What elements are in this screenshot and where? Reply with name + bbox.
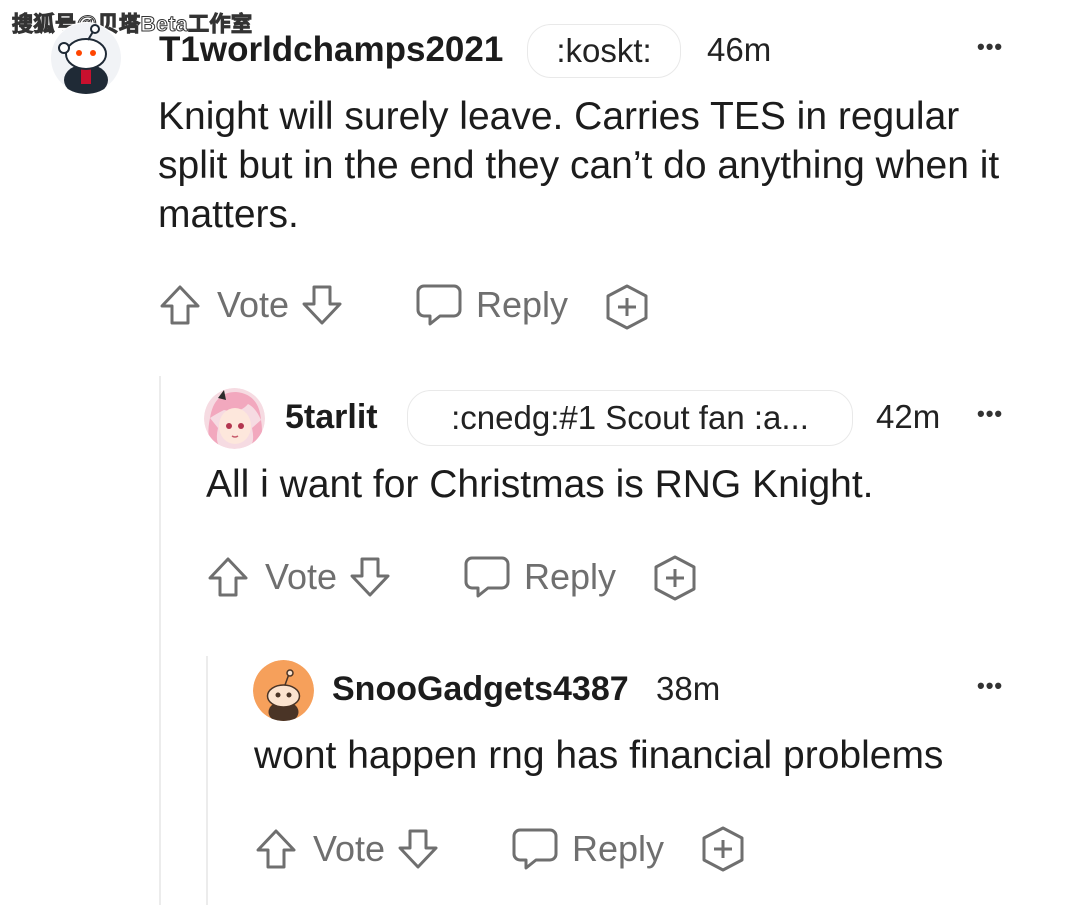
reply-label: Reply: [476, 284, 569, 325]
upvote-icon[interactable]: [157, 282, 203, 328]
avatar-t1worldchamps2021[interactable]: [50, 22, 122, 94]
comment-timestamp: 42m: [876, 398, 941, 435]
reply-label: Reply: [572, 828, 665, 869]
comment-body: wont happen rng has financial problems: [254, 734, 944, 777]
downvote-icon[interactable]: [299, 282, 345, 328]
reply-button[interactable]: Reply: [414, 282, 568, 328]
avatar-snoogadgets4387[interactable]: [253, 660, 314, 721]
user-flair: :koskt:: [527, 24, 681, 78]
comment-timestamp: 38m: [656, 670, 721, 707]
comment-timestamp: 46m: [707, 31, 772, 68]
vote-label: Vote: [265, 556, 338, 597]
reply-icon: [512, 828, 558, 870]
award-icon: [654, 555, 696, 601]
vote-control: Vote: [157, 282, 345, 328]
downvote-icon[interactable]: [395, 826, 441, 872]
upvote-icon[interactable]: [205, 554, 251, 600]
vote-control: Vote: [205, 554, 393, 600]
upvote-icon[interactable]: [253, 826, 299, 872]
more-options-icon[interactable]: •••: [977, 34, 1003, 60]
thread-line-level-2[interactable]: [206, 656, 208, 905]
award-icon: [702, 826, 744, 872]
avatar-5tarlit[interactable]: [204, 388, 265, 449]
reply-icon: [416, 284, 462, 326]
award-button[interactable]: [650, 553, 700, 608]
downvote-icon[interactable]: [347, 554, 393, 600]
award-button[interactable]: [602, 282, 652, 337]
comment-body: Knight will surely leave. Carries TES in…: [158, 95, 1000, 236]
more-options-icon[interactable]: •••: [977, 401, 1003, 427]
username-5tarlit[interactable]: 5tarlit: [285, 398, 378, 437]
vote-label: Vote: [313, 828, 386, 869]
award-icon: [606, 284, 648, 330]
award-button[interactable]: [698, 824, 748, 879]
vote-control: Vote: [253, 826, 441, 872]
comment-body: All i want for Christmas is RNG Knight.: [206, 463, 874, 506]
thread-line-level-1[interactable]: [159, 376, 161, 905]
reply-label: Reply: [524, 556, 617, 597]
username-t1worldchamps2021[interactable]: T1worldchamps2021: [159, 30, 503, 70]
user-flair: :cnedg:#1 Scout fan :a...: [407, 390, 853, 446]
more-options-icon[interactable]: •••: [977, 673, 1003, 699]
reply-button[interactable]: Reply: [462, 554, 616, 600]
reply-button[interactable]: Reply: [510, 826, 664, 872]
username-snoogadgets4387[interactable]: SnooGadgets4387: [332, 670, 629, 709]
vote-label: Vote: [217, 284, 290, 325]
reply-icon: [464, 556, 510, 598]
